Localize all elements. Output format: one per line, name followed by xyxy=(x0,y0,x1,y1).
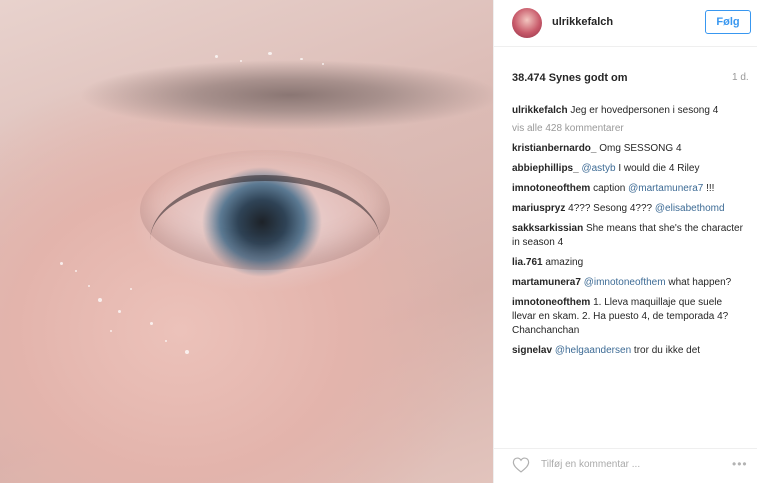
post-sidebar: ulrikkefalch Følg 38.474 Synes godt om 1… xyxy=(493,0,757,483)
avatar[interactable] xyxy=(512,8,542,38)
comment: imnotoneofthem caption @martamunera7 !!! xyxy=(512,182,748,196)
comment-text: Omg SESSONG 4 xyxy=(599,143,682,154)
glitter-speck xyxy=(118,310,121,313)
comment-text: what happen? xyxy=(668,277,732,288)
heart-icon[interactable] xyxy=(512,457,530,473)
glitter-speck xyxy=(98,298,102,302)
comment: sakksarkissian She means that she's the … xyxy=(512,222,748,250)
comment-mention[interactable]: @helgaandersen xyxy=(555,345,631,356)
comment-text-tail: !!! xyxy=(706,183,715,194)
comment-bar: Tilføj en kommentar ... ••• xyxy=(494,448,757,484)
comment-text: tror du ikke det xyxy=(633,345,701,356)
comment-mention[interactable]: @imnotoneofthem xyxy=(584,277,666,288)
comment-list: ulrikkefalch Jeg er hovedpersonen i seso… xyxy=(512,104,748,364)
comment-text: 4??? Sesong 4??? xyxy=(568,203,653,214)
comment: kristianbernardo_ Omg SESSONG 4 xyxy=(512,142,748,156)
comment-text: I would die 4 Riley xyxy=(618,163,700,174)
glitter-speck xyxy=(110,330,112,332)
comment-mention[interactable]: @elisabethomd xyxy=(655,203,725,214)
glitter-speck xyxy=(150,322,153,325)
comment-username[interactable]: sakksarkissian xyxy=(512,223,583,234)
post-age[interactable]: 1 d. xyxy=(732,72,749,83)
username-link[interactable]: ulrikkefalch xyxy=(552,16,613,28)
post-photo[interactable] xyxy=(0,0,493,483)
comment: signelav @helgaandersen tror du ikke det xyxy=(512,344,748,358)
add-comment-input[interactable]: Tilføj en kommentar ... xyxy=(541,459,640,470)
comment-mention[interactable]: @martamunera7 xyxy=(628,183,703,194)
glitter-speck xyxy=(322,63,324,65)
glitter-speck xyxy=(60,262,63,265)
post-header: ulrikkefalch Følg xyxy=(494,0,757,47)
follow-button[interactable]: Følg xyxy=(705,10,751,34)
glitter-speck xyxy=(185,350,189,354)
glitter-speck xyxy=(268,52,272,55)
comment: imnotoneofthem 1. Lleva maquillaje que s… xyxy=(512,296,748,338)
comment: martamunera7 @imnotoneofthem what happen… xyxy=(512,276,748,290)
caption-text: Jeg er hovedpersonen i sesong 4 xyxy=(570,105,719,116)
comment-username[interactable]: kristianbernardo_ xyxy=(512,143,596,154)
comment-username[interactable]: imnotoneofthem xyxy=(512,297,590,308)
comment: abbiephillips_ @astyb I would die 4 Rile… xyxy=(512,162,748,176)
comment-text: amazing xyxy=(545,257,584,268)
comment: lia.761 amazing xyxy=(512,256,748,270)
comment-username[interactable]: imnotoneofthem xyxy=(512,183,590,194)
glitter-speck xyxy=(75,270,77,272)
caption: ulrikkefalch Jeg er hovedpersonen i seso… xyxy=(512,104,748,118)
glitter-speck xyxy=(215,55,218,58)
glitter-speck xyxy=(130,288,132,290)
comment-username[interactable]: martamunera7 xyxy=(512,277,581,288)
comment-username[interactable]: lia.761 xyxy=(512,257,543,268)
more-options-icon[interactable]: ••• xyxy=(732,457,748,471)
comment-username[interactable]: signelav xyxy=(512,345,552,356)
glitter-speck xyxy=(300,58,303,60)
caption-username[interactable]: ulrikkefalch xyxy=(512,105,568,116)
comment-username[interactable]: mariuspryz xyxy=(512,203,565,214)
comment: mariuspryz 4??? Sesong 4??? @elisabethom… xyxy=(512,202,748,216)
comment-text: caption xyxy=(593,183,626,194)
comment-mention[interactable]: @astyb xyxy=(581,163,615,174)
glitter-speck xyxy=(165,340,167,342)
view-all-comments-link[interactable]: vis alle 428 kommentarer xyxy=(512,122,748,136)
likes-count[interactable]: 38.474 Synes godt om xyxy=(512,72,628,84)
comment-username[interactable]: abbiephillips_ xyxy=(512,163,579,174)
glitter-speck xyxy=(88,285,90,287)
glitter-speck xyxy=(240,60,242,62)
